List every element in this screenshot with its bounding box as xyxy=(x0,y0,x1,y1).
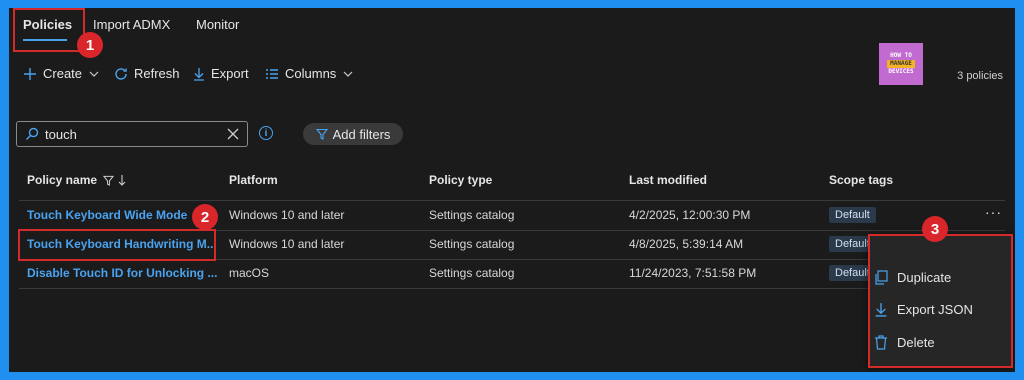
filter-icon xyxy=(315,128,328,140)
filter-icon[interactable] xyxy=(103,175,115,186)
platform-cell: Windows 10 and later xyxy=(229,237,345,251)
callout-badge-3: 3 xyxy=(922,216,948,242)
column-header-policy-type[interactable]: Policy type xyxy=(429,173,492,187)
app-frame: Policies Import ADMX Monitor 1 Create Re… xyxy=(9,8,1015,372)
column-header-scope-tags[interactable]: Scope tags xyxy=(829,173,893,187)
highlight-box-policies-tab xyxy=(13,8,85,52)
column-label-policy-name: Policy name xyxy=(27,173,98,187)
platform-cell: macOS xyxy=(229,266,270,280)
export-button[interactable]: Export xyxy=(193,66,249,81)
scope-tag-badge: Default xyxy=(829,207,876,223)
logo-line-3: DEVICES xyxy=(888,68,914,75)
table-row: Disable Touch ID for Unlocking ... macOS… xyxy=(9,259,1015,288)
policy-name-link[interactable]: Disable Touch ID for Unlocking ... xyxy=(27,266,217,280)
policy-type-cell: Settings catalog xyxy=(429,208,515,222)
info-icon[interactable]: i xyxy=(259,126,273,140)
tab-bar: Policies Import ADMX Monitor xyxy=(9,8,1015,52)
columns-button[interactable]: Columns xyxy=(265,66,353,81)
add-filters-button[interactable]: Add filters xyxy=(303,123,403,145)
policy-name-link[interactable]: Touch Keyboard Wide Mode xyxy=(27,208,187,222)
sort-down-icon[interactable] xyxy=(118,174,126,186)
refresh-button[interactable]: Refresh xyxy=(114,66,180,81)
chevron-down-icon xyxy=(343,71,353,77)
table-row: Touch Keyboard Wide Mode Windows 10 and … xyxy=(9,201,1015,230)
table-header: Policy name Platform Policy type Last mo… xyxy=(9,173,1015,201)
callout-badge-2: 2 xyxy=(192,204,218,230)
callout-badge-1: 1 xyxy=(77,32,103,58)
more-options-button[interactable]: ··· xyxy=(985,204,1002,220)
create-button[interactable]: Create xyxy=(23,66,99,81)
clear-icon[interactable] xyxy=(227,128,239,140)
tab-monitor[interactable]: Monitor xyxy=(196,17,239,32)
refresh-label: Refresh xyxy=(134,66,180,81)
policy-type-cell: Settings catalog xyxy=(429,237,515,251)
create-label: Create xyxy=(43,66,83,81)
highlight-box-policy-row xyxy=(18,229,216,261)
logo-line-2: MANAGE xyxy=(887,60,915,68)
export-label: Export xyxy=(211,66,249,81)
search-icon xyxy=(26,127,39,140)
how-to-manage-devices-logo: HOW TO MANAGE DEVICES xyxy=(879,43,923,85)
logo-line-1: HOW TO xyxy=(890,52,912,59)
refresh-icon xyxy=(115,67,127,80)
add-filters-label: Add filters xyxy=(332,126,391,142)
tab-import-admx[interactable]: Import ADMX xyxy=(93,17,170,32)
policy-count: 3 policies xyxy=(957,70,1003,82)
download-icon xyxy=(194,67,204,81)
last-modified-cell: 4/8/2025, 5:39:14 AM xyxy=(629,237,744,251)
search-box[interactable] xyxy=(16,121,248,147)
column-header-last-modified[interactable]: Last modified xyxy=(629,173,707,187)
policy-type-cell: Settings catalog xyxy=(429,266,515,280)
platform-cell: Windows 10 and later xyxy=(229,208,345,222)
last-modified-cell: 11/24/2023, 7:51:58 PM xyxy=(629,266,757,280)
divider xyxy=(19,288,1005,289)
search-input[interactable] xyxy=(43,125,217,143)
chevron-down-icon xyxy=(89,71,99,77)
column-header-platform[interactable]: Platform xyxy=(229,173,278,187)
columns-label: Columns xyxy=(285,66,337,81)
last-modified-cell: 4/2/2025, 12:00:30 PM xyxy=(629,208,751,222)
columns-icon xyxy=(266,68,278,79)
column-header-policy-name[interactable]: Policy name xyxy=(27,173,126,187)
plus-icon xyxy=(24,67,36,80)
highlight-box-context-menu xyxy=(868,234,1013,368)
toolbar: Create Refresh Export Columns xyxy=(9,66,1015,88)
